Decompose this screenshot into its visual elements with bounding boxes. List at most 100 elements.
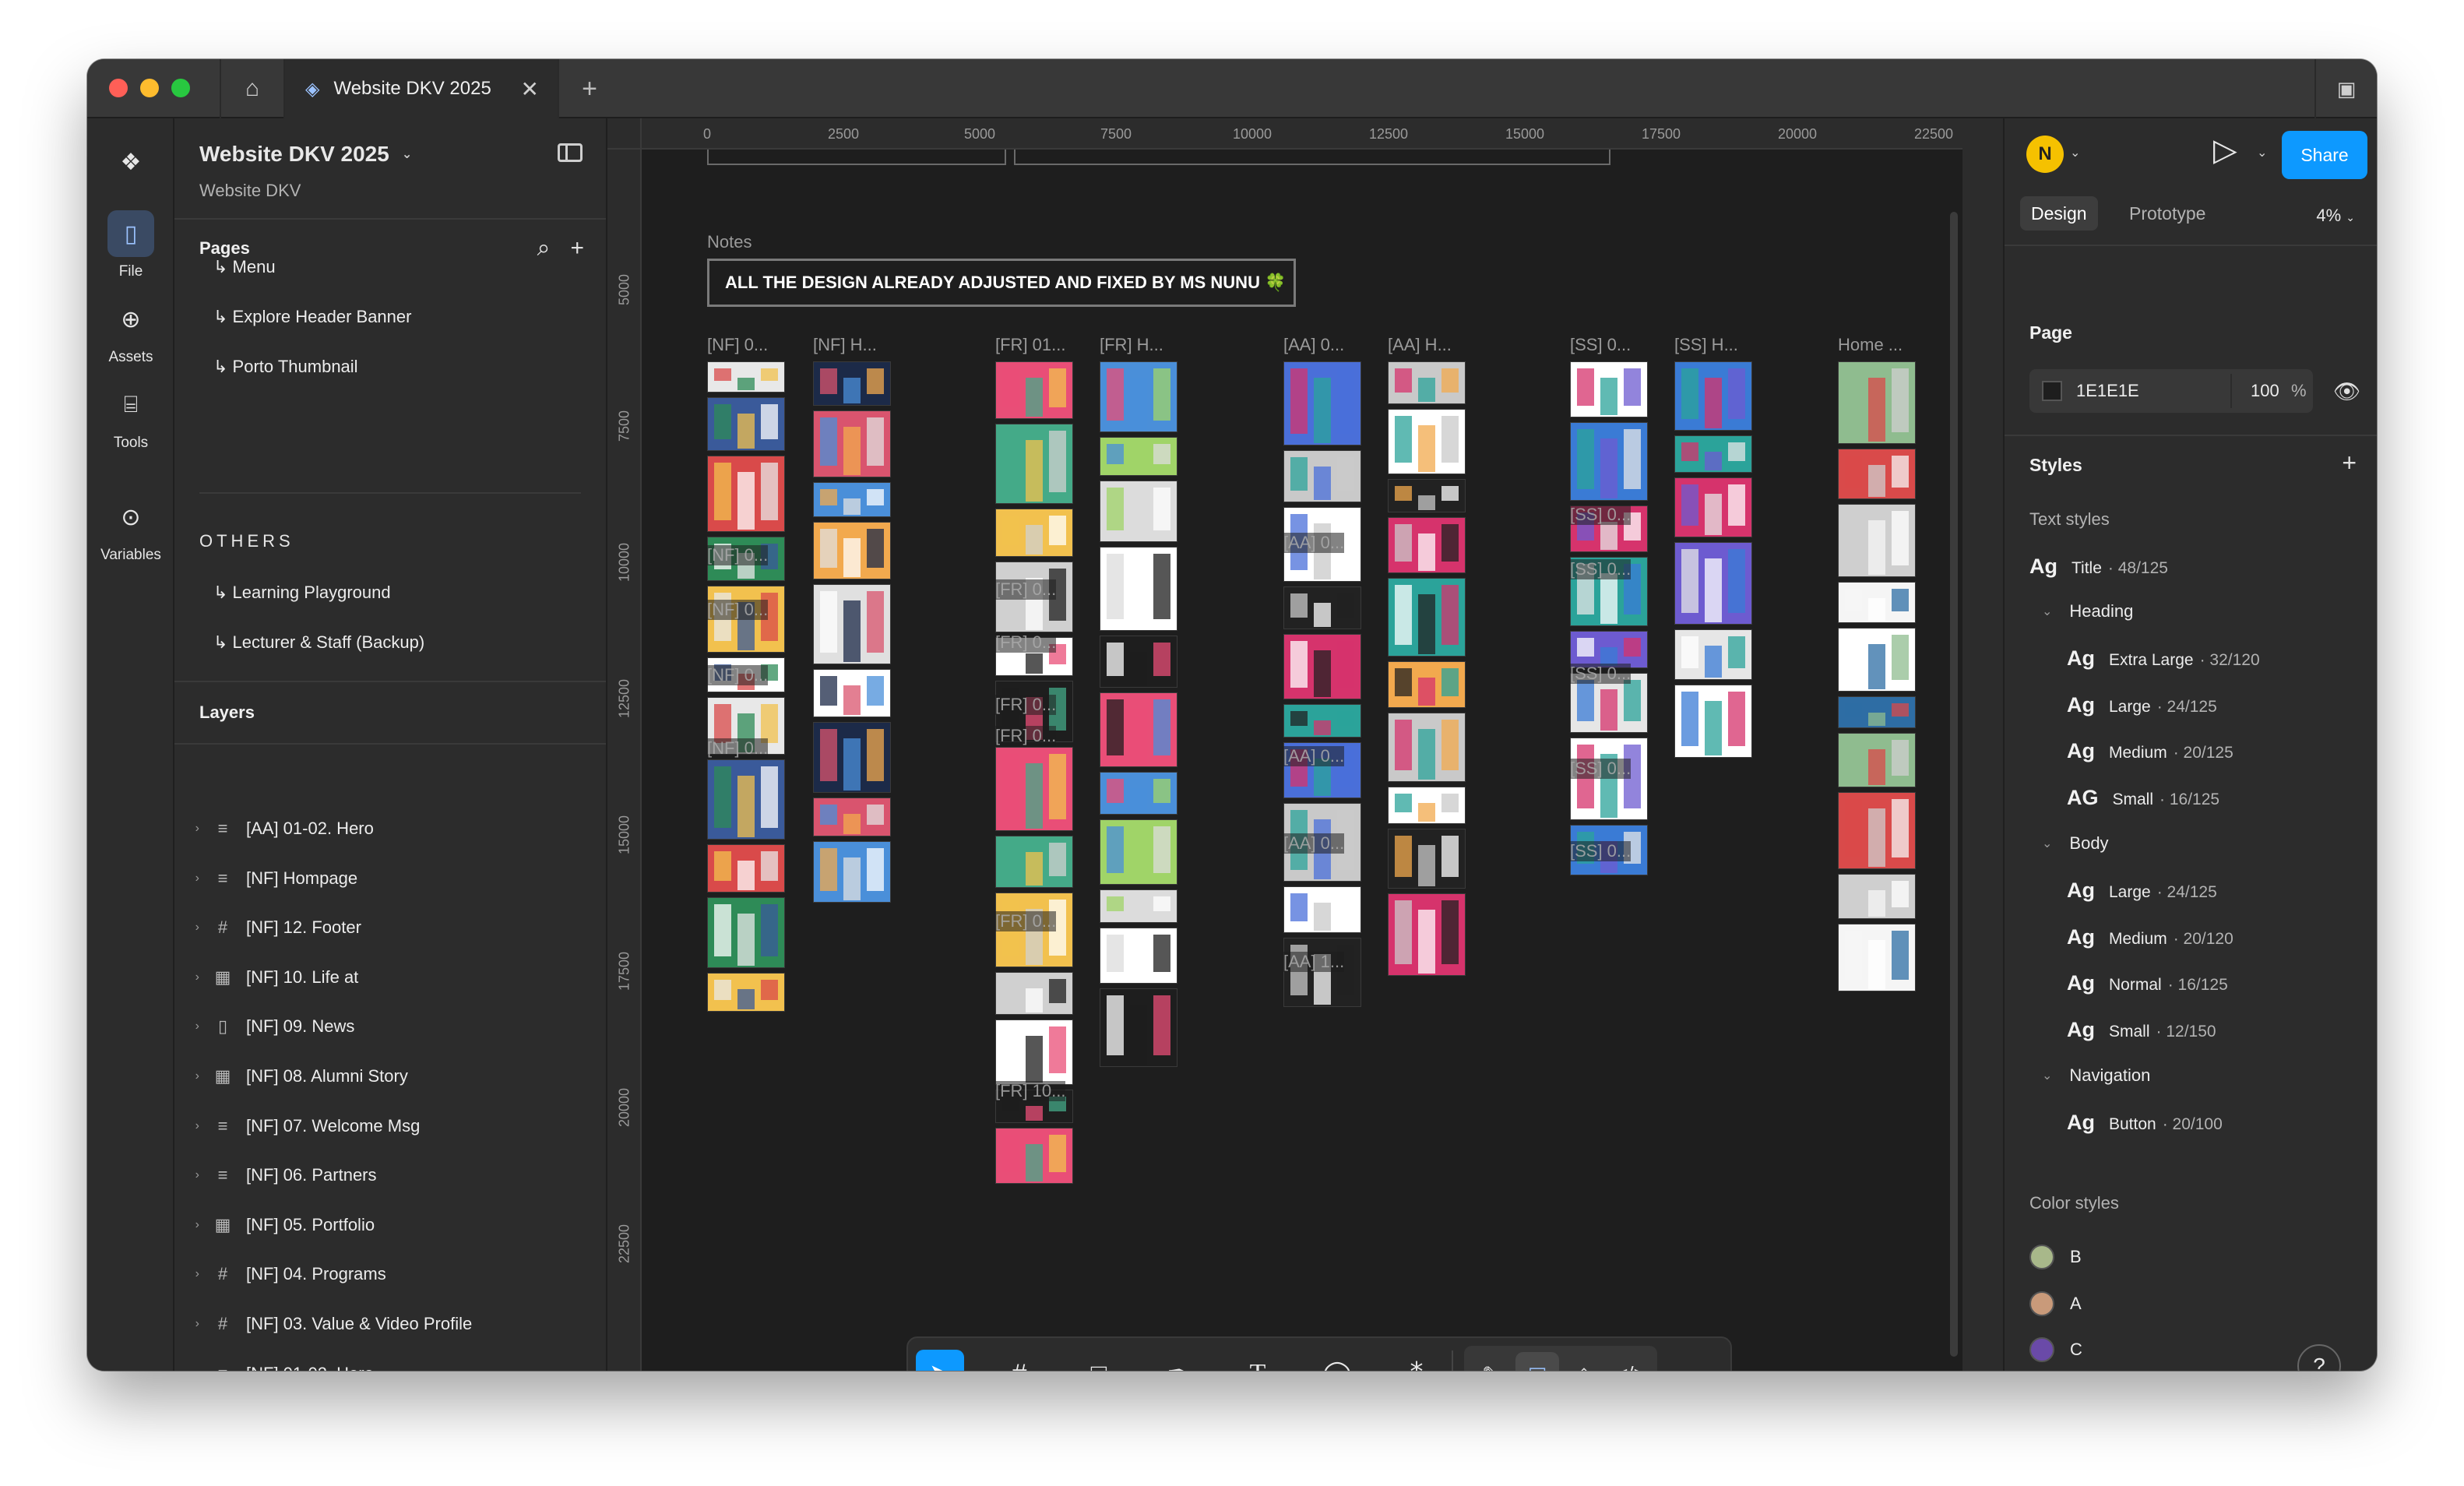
page-item-learning-playground[interactable]: ↳ Learning Playground (213, 583, 391, 603)
page-item-porto-thumbnail[interactable]: ↳ Porto Thumbnail (213, 357, 358, 377)
design-frame-thumbnail[interactable] (995, 361, 1073, 419)
frame-label[interactable]: [SS] 0... (1570, 335, 1631, 355)
layer-row[interactable]: › # [NF] 12. Footer (174, 903, 607, 953)
nested-frame-label[interactable]: [NF] 0... (707, 738, 769, 759)
nested-frame-label[interactable]: [AA] 0... (1283, 533, 1345, 553)
nested-frame-label[interactable]: [NF] 0... (707, 665, 769, 685)
design-frame-thumbnail[interactable] (707, 456, 785, 532)
design-frame-thumbnail[interactable] (1388, 787, 1466, 824)
design-frame-thumbnail[interactable] (1570, 422, 1648, 501)
minimize-window-button[interactable] (140, 79, 159, 97)
design-frame-thumbnail[interactable] (995, 1128, 1073, 1184)
frame-tool-chevron-icon[interactable]: ⌄ (1044, 1366, 1064, 1371)
design-frame-thumbnail[interactable] (707, 897, 785, 968)
design-frame-thumbnail[interactable] (995, 1019, 1073, 1085)
page-item-menu[interactable]: ↳ Menu (213, 257, 276, 277)
style-group-navigation[interactable]: ⌄ Navigation (2042, 1065, 2150, 1086)
design-frame-thumbnail[interactable] (1283, 450, 1361, 502)
shape-tool-chevron-icon[interactable]: ⌄ (1123, 1366, 1143, 1371)
add-page-icon[interactable]: + (570, 235, 584, 262)
design-frame-thumbnail[interactable] (1100, 692, 1177, 767)
design-frame-thumbnail[interactable] (1674, 361, 1752, 431)
expand-chevron-icon[interactable]: › (174, 872, 207, 886)
color-style-item[interactable]: A (2029, 1291, 2082, 1316)
zoom-window-button[interactable] (171, 79, 190, 97)
design-frame-thumbnail[interactable] (813, 410, 891, 477)
design-frame-thumbnail[interactable] (1283, 704, 1361, 738)
rectangle-tool-button[interactable]: □ (1075, 1350, 1123, 1372)
frame-label[interactable]: [NF] 0... (707, 335, 768, 355)
layer-row[interactable]: ›≡ [NF] 01-02. Hero (174, 1349, 607, 1371)
design-frame-thumbnail[interactable] (1388, 713, 1466, 782)
component-mode-button[interactable]: ◇ (1562, 1352, 1606, 1372)
design-frame-thumbnail[interactable] (1674, 685, 1752, 758)
design-frame-thumbnail[interactable] (1283, 886, 1361, 933)
design-frame-thumbnail[interactable] (1674, 435, 1752, 473)
notes-frame[interactable]: ALL THE DESIGN ALREADY ADJUSTED AND FIXE… (707, 259, 1296, 307)
nested-frame-label[interactable]: [FR] 10... (995, 1081, 1066, 1101)
sidebar-layout-button[interactable]: ▣ (2314, 59, 2377, 118)
design-frame-thumbnail[interactable] (1838, 924, 1916, 991)
design-frame-thumbnail[interactable] (813, 361, 891, 406)
text-style-heading[interactable]: Ag Extra Large · 32/120 (2067, 646, 2260, 671)
move-tool-chevron-icon[interactable]: ⌄ (964, 1366, 984, 1371)
design-frame-thumbnail[interactable] (1570, 631, 1648, 668)
design-frame-thumbnail[interactable] (1100, 819, 1177, 885)
design-frame-thumbnail[interactable] (1570, 361, 1648, 417)
design-frame-thumbnail[interactable] (1570, 738, 1648, 820)
expand-chevron-icon[interactable]: › (174, 1267, 207, 1281)
design-canvas[interactable]: 0 2500 5000 7500 10000 12500 15000 17500 20000 22… (607, 118, 1962, 1371)
search-pages-icon[interactable]: ⌕ (537, 235, 551, 262)
design-frame-thumbnail[interactable] (1100, 437, 1177, 476)
design-frame-thumbnail[interactable] (1283, 938, 1361, 1007)
text-style-body[interactable]: Ag Large · 24/125 (2067, 879, 2217, 903)
frame-label[interactable]: [AA] H... (1388, 335, 1452, 355)
avatar[interactable]: N (2026, 136, 2064, 173)
frame-label[interactable]: Home ... (1838, 335, 1903, 355)
design-frame-thumbnail[interactable] (1100, 547, 1177, 631)
layer-row[interactable]: › # [NF] 04. Programs (174, 1249, 607, 1299)
nested-frame-label[interactable]: [SS] 0... (1570, 559, 1632, 579)
design-frame-thumbnail[interactable] (813, 522, 891, 579)
close-window-button[interactable] (109, 79, 128, 97)
rail-assets-button[interactable]: ⊕ Assets (87, 296, 174, 366)
file-name-menu[interactable]: Website DKV 2025 ⌄ (199, 142, 412, 167)
actions-tool-button[interactable]: ⁂ (1392, 1350, 1441, 1371)
nested-frame-label[interactable]: [SS] 0... (1570, 841, 1632, 861)
design-frame-thumbnail[interactable] (1388, 829, 1466, 889)
design-frame-thumbnail[interactable] (1388, 661, 1466, 708)
layer-row[interactable]: › ≡ [NF] 07. Welcome Msg (174, 1101, 607, 1151)
frame-label[interactable]: [NF] H... (813, 335, 877, 355)
design-frame-thumbnail[interactable] (1388, 479, 1466, 512)
expand-chevron-icon[interactable]: › (174, 1317, 207, 1331)
design-frame-thumbnail[interactable] (1838, 628, 1916, 692)
design-frame-thumbnail[interactable] (1100, 928, 1177, 984)
design-frame-thumbnail[interactable] (707, 361, 785, 393)
expand-chevron-icon[interactable]: › (174, 970, 207, 984)
comment-tool-button[interactable]: ◯ (1313, 1350, 1361, 1371)
design-frame-thumbnail[interactable] (995, 747, 1073, 831)
design-frame-thumbnail[interactable] (1100, 772, 1177, 815)
expand-chevron-icon[interactable]: › (174, 822, 207, 836)
file-tab[interactable]: ◈ Website DKV 2025 ✕ (285, 59, 558, 118)
design-frame-thumbnail[interactable] (1388, 893, 1466, 976)
toggle-sidebar-icon[interactable] (558, 143, 583, 162)
text-style-body[interactable]: Ag Medium · 20/120 (2067, 925, 2233, 949)
zoom-menu[interactable]: 4% ⌄ (2316, 206, 2355, 226)
nested-frame-label[interactable]: [AA] 1... (1283, 952, 1345, 972)
design-frame-thumbnail[interactable] (707, 759, 785, 840)
nested-frame-label[interactable]: [NF] 0... (707, 545, 769, 565)
layer-row[interactable]: › ≡ [NF] Hompage (174, 854, 607, 903)
present-play-icon[interactable]: ▷ (2213, 132, 2237, 168)
text-style-body[interactable]: Ag Normal · 16/125 (2067, 971, 2228, 995)
design-frame-thumbnail[interactable] (813, 798, 891, 836)
draw-mode-button[interactable]: ✎ (1469, 1352, 1512, 1372)
design-frame-thumbnail[interactable] (1838, 361, 1916, 444)
visibility-eye-icon[interactable]: 👁 (2333, 379, 2361, 404)
design-frame-thumbnail[interactable] (813, 584, 891, 664)
nested-frame-label[interactable]: [FR] 0... (995, 726, 1057, 746)
design-frame-thumbnail[interactable] (1283, 586, 1361, 629)
design-frame-thumbnail[interactable] (1283, 634, 1361, 699)
design-frame-thumbnail[interactable] (707, 844, 785, 893)
present-chevron-down-icon[interactable]: ⌄ (2257, 145, 2267, 160)
